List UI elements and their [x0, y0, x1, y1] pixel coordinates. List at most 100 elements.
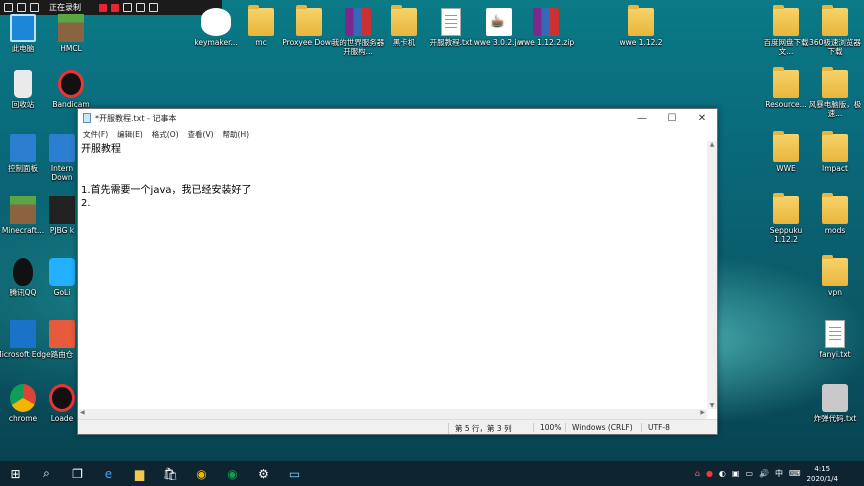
maximize-button[interactable]: ☐ — [657, 113, 687, 124]
desktop-icon-label: GoLi — [53, 288, 71, 297]
title-bar[interactable]: *开服教程.txt - 记事本 — ☐ ✕ — [78, 109, 717, 127]
window-title: *开服教程.txt - 记事本 — [95, 113, 177, 123]
desktop-icon-pubg[interactable]: PJBG k — [42, 196, 82, 235]
record-icon[interactable]: ● — [706, 469, 713, 478]
search-icon[interactable]: ⌕ — [31, 461, 62, 486]
scroll-right-icon[interactable]: ▶ — [700, 409, 705, 416]
folder-icon — [391, 5, 417, 36]
menu-bar: 文件(F) 编辑(E) 格式(O) 查看(V) 帮助(H) — [78, 127, 717, 141]
clock-time: 4:15 — [814, 464, 831, 473]
desktop-icon-label: Impact — [822, 164, 848, 173]
menu-edit[interactable]: 编辑(E) — [117, 129, 143, 140]
window-icon[interactable] — [17, 3, 26, 12]
desktop-icon-360-folder[interactable]: 360极速浏览器下载 — [806, 5, 864, 57]
file-explorer-icon[interactable]: ▆ — [124, 461, 155, 486]
desktop-icon-label: vpn — [828, 288, 842, 297]
desktop-icon-label: Loade — [50, 414, 74, 423]
settings-icon[interactable]: ⚙ — [248, 461, 279, 486]
desktop-icon-label: 风暴电脑版，极速... — [808, 100, 862, 119]
network-tray-icon[interactable]: ▣ — [732, 469, 740, 478]
desktop-icon-bandicam[interactable]: Bandicam — [42, 70, 100, 109]
app-icon — [49, 258, 75, 286]
desktop-icon-label: 炸弹代码.txt — [813, 414, 857, 423]
loader-icon — [49, 384, 75, 412]
desktop-icon-label: mods — [824, 226, 846, 235]
task-view-icon[interactable]: ❐ — [62, 461, 93, 486]
desktop-icon-label: fanyi.txt — [819, 350, 851, 359]
chrome-taskbar-icon[interactable]: ◉ — [186, 461, 217, 486]
crop-icon[interactable] — [30, 3, 39, 12]
scroll-down-icon[interactable]: ▼ — [707, 402, 717, 409]
clock-date: 2020/1/4 — [806, 474, 838, 483]
chrome-alt-taskbar-icon[interactable]: ◉ — [217, 461, 248, 486]
volume-icon[interactable]: 🔊 — [759, 469, 769, 478]
edge-icon — [10, 320, 36, 348]
desktop-icon-label: wwe 1.12.2.zip — [517, 38, 575, 47]
desktop-icon-goli[interactable]: GoLi — [42, 258, 82, 297]
desktop-icon-vpn-folder[interactable]: vpn — [806, 255, 864, 297]
folder-icon — [822, 5, 848, 36]
desktop-icon-impact-folder[interactable]: Impact — [806, 131, 864, 173]
app-tray-icon[interactable]: ◐ — [719, 469, 726, 478]
recording-label: 正在录制 — [49, 3, 81, 12]
stop-icon[interactable] — [111, 3, 119, 12]
notepad-taskbar-icon[interactable]: ▭ — [279, 461, 310, 486]
desktop-icon-fanyi-txt[interactable]: fanyi.txt — [806, 320, 864, 359]
system-tray: ⌂ ● ◐ ▣ ▭ 🔊 中 ⌨ 4:15 2020/1/4 — [695, 461, 864, 486]
chrome-icon — [10, 384, 36, 412]
settings-file-icon — [822, 384, 848, 412]
keyboard-icon[interactable]: ⌨ — [789, 469, 801, 478]
encoding: UTF-8 — [641, 423, 670, 432]
home-icon[interactable]: ⌂ — [695, 469, 700, 478]
folder-icon — [773, 67, 799, 98]
menu-view[interactable]: 查看(V) — [188, 129, 214, 140]
desktop-icon-loader[interactable]: Loade — [42, 384, 82, 423]
clock[interactable]: 4:15 2020/1/4 — [807, 464, 838, 484]
ime-indicator[interactable]: 中 — [775, 468, 783, 479]
folder-icon — [773, 131, 799, 162]
status-bar: 第 5 行，第 3 列 100% Windows (CRLF) UTF-8 — [78, 419, 717, 434]
camera-icon[interactable] — [123, 3, 132, 12]
desktop-icon-label: HMCL — [60, 44, 82, 53]
close-button[interactable]: ✕ — [687, 113, 717, 124]
desktop-icon-wwe-folder[interactable]: wwe 1.12.2 — [612, 5, 670, 47]
desktop-icon-storm-folder[interactable]: 风暴电脑版，极速... — [806, 67, 864, 119]
desktop-icon-label: 路由仓 — [50, 350, 74, 359]
scroll-left-icon[interactable]: ◀ — [80, 409, 85, 416]
router-icon — [49, 320, 75, 348]
minimize-button[interactable]: — — [627, 113, 657, 124]
desktop-icon-bomb-txt[interactable]: 炸弹代码.txt — [806, 384, 864, 423]
scroll-up-icon[interactable]: ▲ — [707, 141, 717, 148]
minecraft-block-icon — [58, 14, 84, 42]
menu-help[interactable]: 帮助(H) — [223, 129, 250, 140]
menu-format[interactable]: 格式(O) — [152, 129, 179, 140]
desktop-icon-label: PJBG k — [49, 226, 75, 235]
display-tray-icon[interactable]: ▭ — [745, 469, 753, 478]
vertical-scrollbar[interactable]: ▲ ▼ — [707, 141, 717, 409]
minecraft-icon — [10, 196, 36, 224]
folder-icon — [296, 5, 322, 36]
menu-file[interactable]: 文件(F) — [83, 129, 108, 140]
java-icon — [486, 8, 512, 36]
pubg-icon — [49, 196, 75, 224]
cursor-position: 第 5 行，第 3 列 — [448, 423, 512, 434]
text-editor[interactable]: 开服教程 1.首先需要一个java，我已经安装好了 2. — [78, 141, 707, 409]
store-icon[interactable]: 🛍 — [155, 461, 186, 486]
horizontal-scrollbar[interactable]: ◀ ▶ — [78, 409, 707, 419]
desktop-icon-wwe-zip[interactable]: wwe 1.12.2.zip — [517, 8, 575, 47]
pen-icon[interactable] — [136, 3, 145, 12]
desktop-icon-mods-folder[interactable]: mods — [806, 193, 864, 235]
text-file-icon — [825, 320, 845, 348]
desktop-icon-router[interactable]: 路由仓 — [42, 320, 82, 359]
pause-icon[interactable] — [99, 3, 107, 12]
desktop-icon-internet-download[interactable]: Intern Down — [42, 134, 82, 183]
desktop-icon-hmcl[interactable]: HMCL — [42, 14, 100, 53]
minimize-icon[interactable] — [4, 3, 13, 12]
folder-icon — [773, 5, 799, 36]
more-icon[interactable] — [149, 3, 158, 12]
edge-taskbar-icon[interactable]: e — [93, 461, 124, 486]
windows-start-icon[interactable]: ⊞ — [0, 461, 31, 486]
hat-icon — [201, 8, 231, 36]
taskbar: ⊞ ⌕ ❐ e ▆ 🛍 ◉ ◉ ⚙ ▭ ⌂ ● ◐ ▣ ▭ 🔊 中 ⌨ 4:15… — [0, 461, 864, 486]
recycle-bin-icon — [14, 70, 32, 98]
